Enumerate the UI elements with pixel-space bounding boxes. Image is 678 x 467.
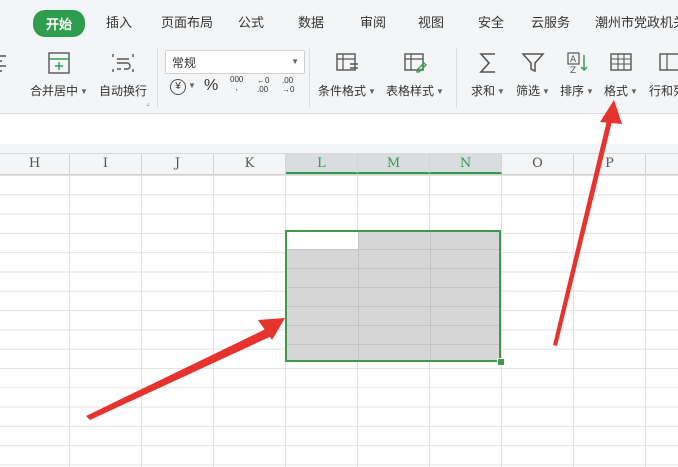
sigma-icon bbox=[475, 50, 501, 76]
sort-label: 排序 bbox=[560, 84, 585, 98]
currency-icon: ¥ bbox=[170, 79, 186, 95]
selection-column-line bbox=[358, 232, 359, 360]
increase-decimal-button[interactable]: ←0.00 bbox=[257, 76, 269, 94]
selection-row-line bbox=[287, 325, 499, 326]
wrap-text-button[interactable]: 自动换行 bbox=[99, 50, 147, 99]
arrow-right-icon: →0 bbox=[282, 85, 295, 94]
grid-column-line bbox=[573, 175, 574, 467]
column-header-K[interactable]: K bbox=[214, 154, 286, 174]
arrow-left-icon: ←0 bbox=[257, 76, 270, 85]
chevron-down-icon: ▼ bbox=[188, 81, 196, 91]
svg-text:A: A bbox=[570, 55, 577, 65]
row-column-label: 行和列 bbox=[649, 84, 678, 98]
comma-glyph: , bbox=[235, 83, 238, 92]
grid-column-line bbox=[69, 175, 70, 467]
tab-page-layout[interactable]: 页面布局 bbox=[161, 12, 213, 31]
toolbar-divider bbox=[456, 48, 457, 108]
filter-icon bbox=[520, 50, 546, 76]
filter-label: 筛选 bbox=[516, 84, 541, 98]
thousands-separator-button[interactable]: 000, bbox=[230, 76, 243, 92]
selection-row-line bbox=[287, 249, 499, 250]
tab-insert[interactable]: 插入 bbox=[106, 12, 132, 31]
sum-button[interactable]: 求和 ▼ bbox=[471, 50, 505, 99]
column-header-M[interactable]: M bbox=[358, 154, 430, 174]
column-header-row: H I J K L M N O P bbox=[0, 154, 678, 175]
grid-column-line bbox=[141, 175, 142, 467]
selection-row-line bbox=[287, 287, 499, 288]
toolbar-divider bbox=[309, 48, 310, 108]
grid-column-line bbox=[213, 175, 214, 467]
column-header-H[interactable]: H bbox=[0, 154, 70, 174]
decrease-decimal-label: .00 bbox=[282, 76, 294, 85]
wrap-text-icon bbox=[110, 50, 136, 76]
chevron-down-icon: ▼ bbox=[80, 87, 88, 97]
grid-column-line bbox=[645, 175, 646, 467]
chevron-down-icon: ▼ bbox=[497, 87, 505, 97]
column-header-N[interactable]: N bbox=[430, 154, 502, 174]
filter-button[interactable]: 筛选 ▼ bbox=[516, 50, 550, 99]
fill-handle[interactable] bbox=[497, 358, 505, 366]
chevron-down-icon: ▼ bbox=[368, 87, 376, 97]
ribbon-toolbar: 合并居中 ▼ 自动换行 ⌟ 常规 ▼ ¥ ▼ % 000, ←0.00 .00 →0 … bbox=[0, 40, 678, 114]
merge-center-label: 合并居中 bbox=[30, 84, 79, 98]
table-style-icon bbox=[402, 50, 428, 76]
percent-format-button[interactable]: % bbox=[204, 77, 218, 95]
tab-view[interactable]: 视图 bbox=[418, 12, 444, 31]
active-cell[interactable] bbox=[287, 232, 358, 249]
decrease-decimal-button[interactable]: .00 →0 bbox=[282, 76, 294, 94]
ribbon-tab-bar: 开始 插入 页面布局 公式 数据 审阅 视图 安全 云服务 潮州市党政机关 bbox=[0, 0, 678, 40]
grid-column-line bbox=[501, 175, 502, 467]
format-icon bbox=[608, 50, 634, 76]
conditional-format-icon bbox=[334, 50, 360, 76]
align-icon[interactable] bbox=[0, 50, 12, 76]
format-label: 格式 bbox=[604, 84, 629, 98]
selection-row-line bbox=[287, 268, 499, 269]
column-header-I[interactable]: I bbox=[70, 154, 142, 174]
number-format-value: 常规 bbox=[172, 56, 197, 70]
tab-data[interactable]: 数据 bbox=[298, 12, 324, 31]
chevron-down-icon: ▼ bbox=[542, 87, 550, 97]
number-format-select[interactable]: 常规 ▼ bbox=[165, 50, 305, 74]
selected-cell-range[interactable] bbox=[285, 230, 501, 362]
chevron-down-icon: ▼ bbox=[630, 87, 638, 97]
increase-decimal-label: .00 bbox=[257, 85, 269, 94]
column-header-J[interactable]: J bbox=[142, 154, 214, 174]
chevron-down-icon: ▼ bbox=[291, 57, 299, 66]
dialog-launcher-icon[interactable]: ⌟ bbox=[146, 98, 150, 107]
sum-label: 求和 bbox=[471, 84, 496, 98]
tab-formulas[interactable]: 公式 bbox=[238, 12, 264, 31]
selection-row-line bbox=[287, 344, 499, 345]
table-style-label: 表格样式 bbox=[386, 84, 435, 98]
wrap-text-label: 自动换行 bbox=[99, 84, 148, 98]
conditional-format-label: 条件格式 bbox=[318, 84, 367, 98]
column-header-P[interactable]: P bbox=[574, 154, 646, 174]
row-column-icon bbox=[657, 50, 678, 76]
sort-button[interactable]: AZ 排序 ▼ bbox=[560, 50, 594, 99]
row-column-button[interactable]: 行和列 bbox=[649, 50, 678, 99]
tab-custom-org[interactable]: 潮州市党政机关 bbox=[595, 12, 678, 31]
merge-cells-icon bbox=[46, 50, 72, 76]
column-header-L[interactable]: L bbox=[286, 154, 358, 174]
formula-bar[interactable] bbox=[0, 114, 678, 145]
currency-format-button[interactable]: ¥ ▼ bbox=[170, 78, 196, 95]
svg-text:Z: Z bbox=[570, 66, 576, 76]
selection-column-line bbox=[430, 232, 431, 360]
chevron-down-icon: ▼ bbox=[586, 87, 594, 97]
merge-center-button[interactable]: 合并居中 ▼ bbox=[30, 50, 88, 99]
column-header-O[interactable]: O bbox=[502, 154, 574, 174]
sort-icon: AZ bbox=[564, 50, 590, 76]
conditional-format-button[interactable]: 条件格式 ▼ bbox=[318, 50, 376, 99]
tab-cloud-service[interactable]: 云服务 bbox=[531, 12, 570, 31]
tab-security[interactable]: 安全 bbox=[478, 12, 504, 31]
selection-row-line bbox=[287, 306, 499, 307]
tab-review[interactable]: 审阅 bbox=[360, 12, 386, 31]
format-button[interactable]: 格式 ▼ bbox=[604, 50, 638, 99]
toolbar-divider bbox=[157, 48, 158, 108]
table-style-button[interactable]: 表格样式 ▼ bbox=[386, 50, 444, 99]
chevron-down-icon: ▼ bbox=[436, 87, 444, 97]
tab-home[interactable]: 开始 bbox=[33, 10, 86, 37]
formula-bar-divider bbox=[0, 144, 678, 154]
